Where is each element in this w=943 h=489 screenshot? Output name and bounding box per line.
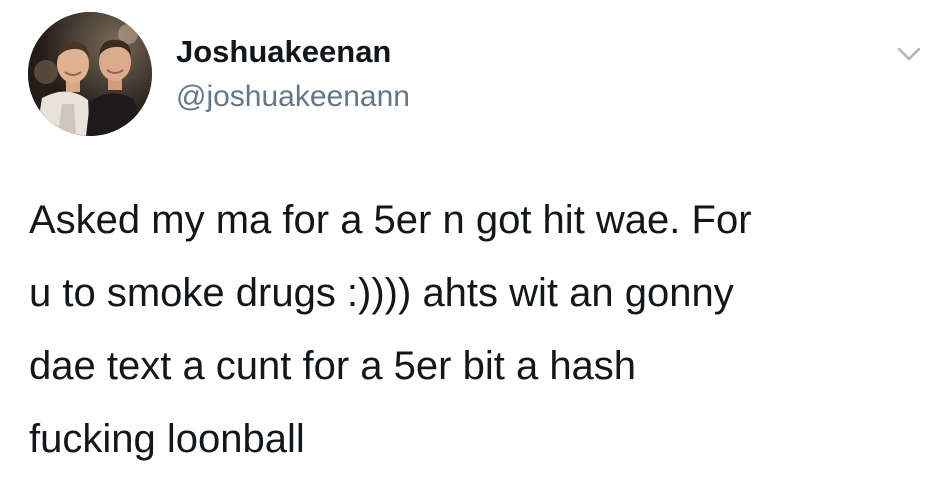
chevron-down-icon[interactable]: [896, 44, 922, 64]
display-name[interactable]: Joshuakeenan: [176, 34, 391, 70]
tweet-text: Asked my ma for a 5er n got hit wae. For…: [29, 184, 929, 476]
tweet-card: Joshuakeenan @joshuakeenann Asked my ma …: [0, 0, 943, 489]
avatar-photo: [28, 12, 152, 136]
avatar[interactable]: [28, 12, 152, 136]
tweet-text-line: Asked my ma for a 5er n got hit wae. For: [29, 198, 752, 242]
tweet-text-line: u to smoke drugs :)))) ahts wit an gonny: [29, 271, 734, 315]
tweet-text-line: dae text a cunt for a 5er bit a hash: [29, 344, 637, 388]
user-handle[interactable]: @joshuakeenann: [176, 79, 410, 115]
tweet-text-line: fucking loonball: [29, 417, 305, 461]
